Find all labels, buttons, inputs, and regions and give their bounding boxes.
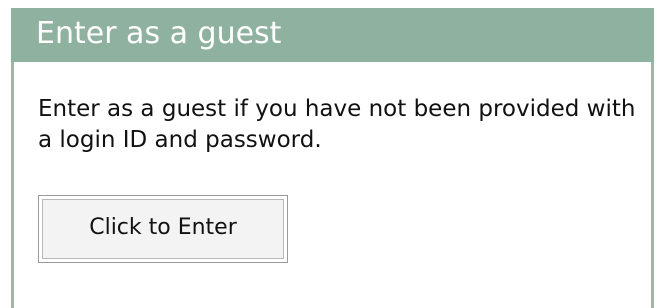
panel-title: Enter as a guest — [36, 16, 282, 51]
guest-description: Enter as a guest if you have not been pr… — [38, 96, 636, 153]
click-to-enter-button[interactable]: Click to Enter — [38, 195, 288, 263]
guest-entry-panel: Enter as a guest Enter as a guest if you… — [11, 8, 654, 308]
panel-header: Enter as a guest — [11, 8, 654, 62]
